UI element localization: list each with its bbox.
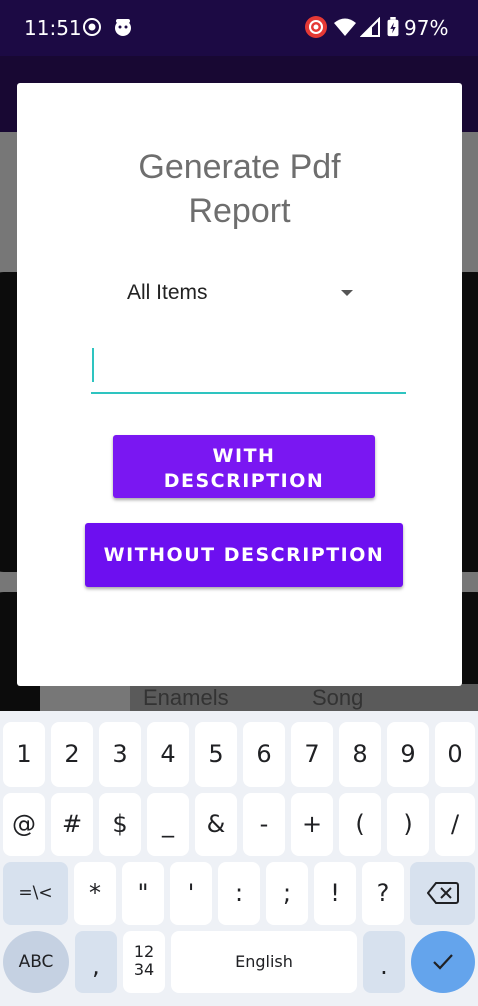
face-icon [115, 19, 131, 36]
key-4[interactable]: 4 [147, 722, 189, 787]
record-icon [83, 18, 101, 36]
with-description-label-line1: WITH [212, 445, 276, 467]
dropdown-selected-value: All Items [127, 281, 208, 304]
key-9[interactable]: 9 [387, 722, 429, 787]
key-6[interactable]: 6 [243, 722, 285, 787]
key-plus[interactable]: + [291, 793, 333, 856]
cast-icon [305, 16, 327, 38]
abc-key[interactable]: ABC [3, 931, 69, 993]
numpad-key-top: 12 [133, 942, 155, 961]
key-hash[interactable]: # [51, 793, 93, 856]
battery-icon [387, 17, 399, 37]
space-key[interactable]: English [171, 931, 357, 993]
background-label-song: Song [312, 685, 364, 710]
dialog-title-line1: Generate Pdf [138, 148, 341, 186]
items-filter-dropdown[interactable]: All Items [113, 271, 363, 315]
backspace-key[interactable] [410, 862, 475, 925]
dialog-title: Generate Pdf Report [17, 145, 462, 233]
key-asterisk[interactable]: * [74, 862, 116, 925]
text-cursor [92, 348, 94, 382]
key-underscore[interactable]: _ [147, 793, 189, 856]
key-1[interactable]: 1 [3, 722, 45, 787]
key-dollar[interactable]: $ [99, 793, 141, 856]
key-open-paren[interactable]: ( [339, 793, 381, 856]
key-7[interactable]: 7 [291, 722, 333, 787]
checkmark-icon [433, 954, 453, 970]
key-2[interactable]: 2 [51, 722, 93, 787]
key-5[interactable]: 5 [195, 722, 237, 787]
with-description-button[interactable]: WITH DESCRIPTION [113, 435, 375, 498]
dialog-title-line2: Report [188, 192, 291, 230]
signal-icon [360, 17, 380, 37]
key-double-quote[interactable]: " [122, 862, 164, 925]
key-slash[interactable]: / [435, 793, 475, 856]
dropdown-arrow-icon [341, 290, 353, 296]
wifi-icon [334, 18, 356, 36]
with-description-label-line2: DESCRIPTION [163, 470, 325, 492]
numpad-key-bottom: 34 [133, 960, 155, 979]
key-at[interactable]: @ [3, 793, 45, 856]
key-exclamation[interactable]: ! [314, 862, 356, 925]
backspace-icon [427, 882, 459, 904]
key-semicolon[interactable]: ; [266, 862, 308, 925]
key-8[interactable]: 8 [339, 722, 381, 787]
without-description-button[interactable]: WITHOUT DESCRIPTION [85, 523, 403, 587]
report-text-input[interactable] [91, 338, 406, 394]
status-bar: 11:51 97% [0, 0, 478, 56]
key-minus[interactable]: - [243, 793, 285, 856]
enter-key[interactable] [411, 931, 475, 993]
key-close-paren[interactable]: ) [387, 793, 429, 856]
key-3[interactable]: 3 [99, 722, 141, 787]
key-comma[interactable]: , [75, 931, 117, 993]
background-label-enamels: Enamels [143, 685, 229, 710]
key-colon[interactable]: : [218, 862, 260, 925]
soft-keyboard: 1 2 3 4 5 6 7 8 9 0 @ # $ _ & - + ( ) / … [0, 711, 478, 1006]
battery-percent: 97% [404, 16, 449, 40]
numpad-key[interactable]: 12 34 [123, 931, 165, 993]
key-0[interactable]: 0 [435, 722, 475, 787]
key-ampersand[interactable]: & [195, 793, 237, 856]
status-time: 11:51 [24, 16, 82, 40]
key-question[interactable]: ? [362, 862, 404, 925]
key-period[interactable]: . [363, 931, 405, 993]
key-single-quote[interactable]: ' [170, 862, 212, 925]
generate-pdf-dialog: Generate Pdf Report All Items WITH DESCR… [17, 83, 462, 686]
key-more-symbols[interactable]: =\< [3, 862, 68, 925]
